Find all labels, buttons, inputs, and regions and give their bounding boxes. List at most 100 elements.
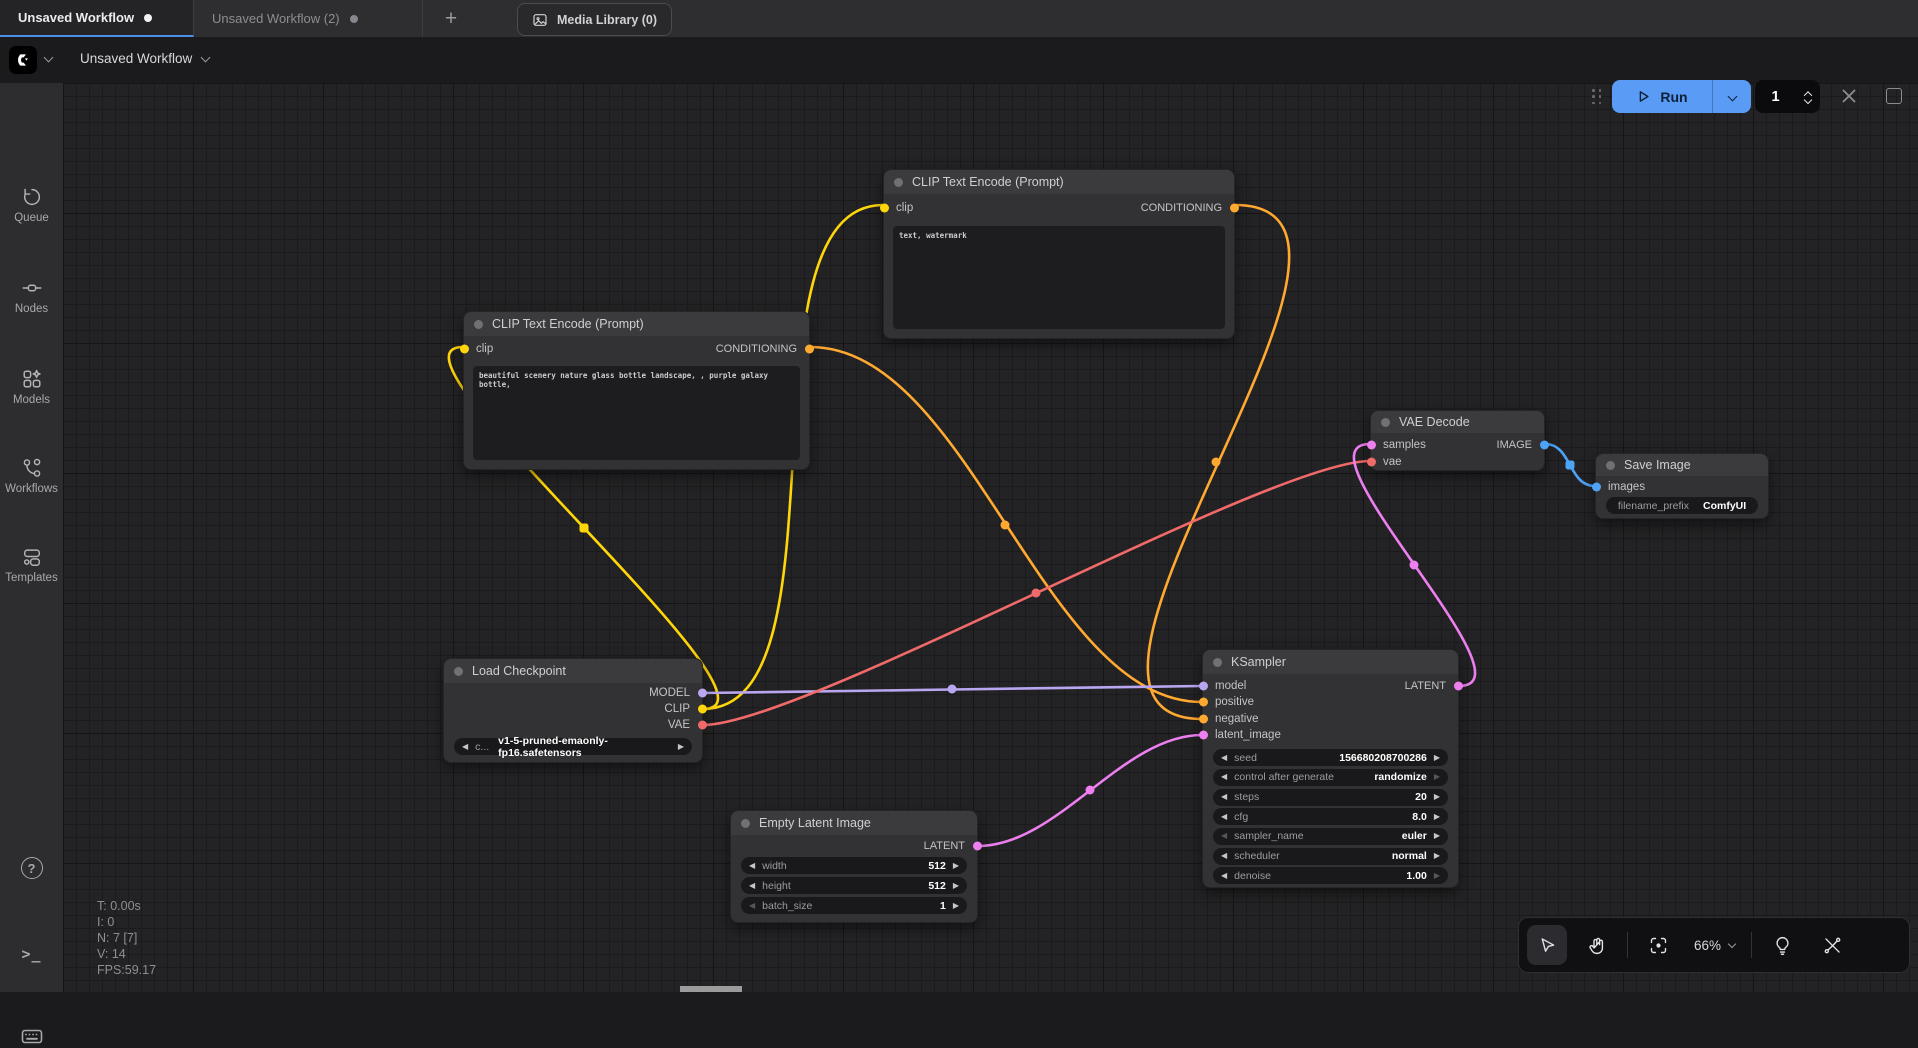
output-port-image[interactable]: [1540, 440, 1549, 449]
toolbar-drag-handle[interactable]: [1592, 89, 1602, 105]
increment-arrow-icon[interactable]: ▶: [678, 743, 684, 751]
node-header[interactable]: KSampler: [1203, 650, 1458, 674]
scheduler-widget[interactable]: ◀ scheduler normal ▶: [1213, 848, 1448, 865]
run-options-button[interactable]: [1713, 80, 1751, 113]
node-save-image[interactable]: Save Image images filename_prefix ComfyU…: [1595, 453, 1769, 519]
collapse-dot-icon[interactable]: [894, 178, 903, 187]
zoom-level-dropdown[interactable]: 66%: [1688, 938, 1741, 953]
increment-arrow-icon[interactable]: ▶: [953, 862, 959, 870]
input-port-model[interactable]: [1199, 682, 1208, 691]
width-widget[interactable]: ◀ width 512 ▶: [741, 857, 967, 874]
node-header[interactable]: Load Checkpoint: [444, 659, 702, 683]
batch-size-widget[interactable]: ◀ batch_size 1 ▶: [741, 897, 967, 914]
sidebar-help-button[interactable]: ?: [0, 857, 63, 879]
input-port-vae[interactable]: [1367, 457, 1376, 466]
node-clip-text-encode-negative[interactable]: CLIP Text Encode (Prompt) clip CONDITION…: [883, 169, 1235, 339]
increment-arrow-icon[interactable]: ▶: [1434, 872, 1440, 880]
control-after-generate-widget[interactable]: ◀ control after generate randomize ▶: [1213, 769, 1448, 786]
input-port-positive[interactable]: [1199, 698, 1208, 707]
output-port-latent[interactable]: [1454, 682, 1463, 691]
select-tool-button[interactable]: [1527, 925, 1567, 965]
input-port-images[interactable]: [1592, 482, 1601, 491]
decrement-arrow-icon[interactable]: ◀: [1221, 872, 1227, 880]
expand-icon[interactable]: [1886, 88, 1902, 104]
node-empty-latent-image[interactable]: Empty Latent Image LATENT ◀ width 512 ▶ …: [730, 810, 978, 923]
increment-arrow-icon[interactable]: ▶: [953, 902, 959, 910]
ckpt-name-widget[interactable]: ◀ c... v1-5-pruned-emaonly-fp16.safetens…: [454, 738, 692, 755]
run-button[interactable]: Run: [1612, 80, 1712, 113]
new-tab-button[interactable]: +: [437, 5, 465, 33]
steps-widget[interactable]: ◀ steps 20 ▶: [1213, 789, 1448, 806]
comfyui-logo[interactable]: [9, 46, 37, 74]
decrement-arrow-icon[interactable]: ◀: [1221, 852, 1227, 860]
increment-arrow-icon[interactable]: ▶: [1434, 773, 1440, 781]
increment-arrow-icon[interactable]: ▶: [1434, 852, 1440, 860]
increment-arrow-icon[interactable]: ▶: [1434, 754, 1440, 762]
sidebar-item-queue[interactable]: Queue: [0, 186, 63, 224]
prompt-textarea[interactable]: beautiful scenery nature glass bottle la…: [473, 366, 800, 460]
workflow-name-dropdown[interactable]: Unsaved Workflow: [80, 51, 209, 66]
decrement-arrow-icon[interactable]: ◀: [1221, 793, 1227, 801]
sidebar-item-models[interactable]: Models: [0, 368, 63, 406]
clear-queue-icon[interactable]: [1838, 85, 1860, 107]
output-port-conditioning[interactable]: [805, 345, 814, 354]
denoise-widget[interactable]: ◀ denoise 1.00 ▶: [1213, 867, 1448, 884]
batch-count-stepper[interactable]: 1: [1755, 80, 1820, 113]
node-clip-text-encode-positive[interactable]: CLIP Text Encode (Prompt) clip CONDITION…: [463, 311, 810, 470]
decrement-arrow-icon[interactable]: ◀: [1221, 773, 1227, 781]
output-port-model[interactable]: [698, 689, 707, 698]
toggle-theme-button[interactable]: [1762, 925, 1802, 965]
seed-widget[interactable]: ◀ seed 156680208700286 ▶: [1213, 749, 1448, 766]
filename-prefix-widget[interactable]: filename_prefix ComfyUI: [1606, 497, 1758, 514]
node-ksampler[interactable]: KSampler model LATENT positive negative …: [1202, 649, 1459, 888]
decrement-arrow-icon[interactable]: ◀: [1221, 832, 1227, 840]
sidebar-item-templates[interactable]: Templates: [0, 546, 63, 584]
node-header[interactable]: CLIP Text Encode (Prompt): [464, 312, 809, 336]
input-port-clip[interactable]: [880, 204, 889, 213]
sidebar-item-nodes[interactable]: Nodes: [0, 277, 63, 315]
increment-arrow-icon[interactable]: ▶: [1434, 813, 1440, 821]
collapse-dot-icon[interactable]: [741, 819, 750, 828]
sidebar-terminal-button[interactable]: >_: [0, 945, 63, 963]
node-header[interactable]: VAE Decode: [1371, 411, 1544, 433]
media-library-button[interactable]: Media Library (0): [517, 3, 672, 36]
decrement-arrow-icon[interactable]: ◀: [1221, 813, 1227, 821]
input-port-negative[interactable]: [1199, 714, 1208, 723]
output-port-vae[interactable]: [698, 721, 707, 730]
output-port-clip[interactable]: [698, 705, 707, 714]
output-port-latent[interactable]: [973, 842, 982, 851]
input-port-latent-image[interactable]: [1199, 731, 1208, 740]
output-port-conditioning[interactable]: [1230, 204, 1239, 213]
logo-menu-chevron-icon[interactable]: [44, 53, 54, 63]
input-port-clip[interactable]: [460, 345, 469, 354]
decrement-arrow-icon[interactable]: ◀: [749, 902, 755, 910]
sampler-name-widget[interactable]: ◀ sampler_name euler ▶: [1213, 828, 1448, 845]
decrement-arrow-icon[interactable]: ◀: [462, 743, 468, 751]
prompt-textarea[interactable]: text, watermark: [893, 226, 1225, 329]
node-vae-decode[interactable]: VAE Decode samples IMAGE vae: [1370, 410, 1545, 471]
decrement-arrow-icon[interactable]: ◀: [1221, 754, 1227, 762]
increment-arrow-icon[interactable]: ▶: [1434, 832, 1440, 840]
cfg-widget[interactable]: ◀ cfg 8.0 ▶: [1213, 808, 1448, 825]
decrement-arrow-icon[interactable]: ◀: [749, 882, 755, 890]
tab-unsaved-workflow-2[interactable]: Unsaved Workflow (2): [194, 0, 423, 37]
fit-view-button[interactable]: [1638, 925, 1678, 965]
collapse-dot-icon[interactable]: [1381, 418, 1390, 427]
height-widget[interactable]: ◀ height 512 ▶: [741, 877, 967, 894]
sidebar-shortcuts-button[interactable]: [0, 1024, 63, 1048]
node-header[interactable]: Empty Latent Image: [731, 811, 977, 835]
toggle-links-button[interactable]: [1812, 925, 1852, 965]
increment-arrow-icon[interactable]: ▶: [953, 882, 959, 890]
collapse-dot-icon[interactable]: [454, 667, 463, 676]
collapse-dot-icon[interactable]: [1213, 658, 1222, 667]
node-load-checkpoint[interactable]: Load Checkpoint MODEL CLIP VAE ◀ c... v1…: [443, 658, 703, 763]
decrement-arrow-icon[interactable]: ◀: [749, 862, 755, 870]
node-header[interactable]: CLIP Text Encode (Prompt): [884, 170, 1234, 194]
tab-unsaved-workflow[interactable]: Unsaved Workflow: [0, 0, 194, 37]
increment-arrow-icon[interactable]: ▶: [1434, 793, 1440, 801]
sidebar-item-workflows[interactable]: Workflows: [0, 457, 63, 495]
input-port-samples[interactable]: [1367, 440, 1376, 449]
scrollbar-fragment[interactable]: [680, 986, 742, 992]
collapse-dot-icon[interactable]: [474, 320, 483, 329]
node-header[interactable]: Save Image: [1596, 454, 1768, 476]
